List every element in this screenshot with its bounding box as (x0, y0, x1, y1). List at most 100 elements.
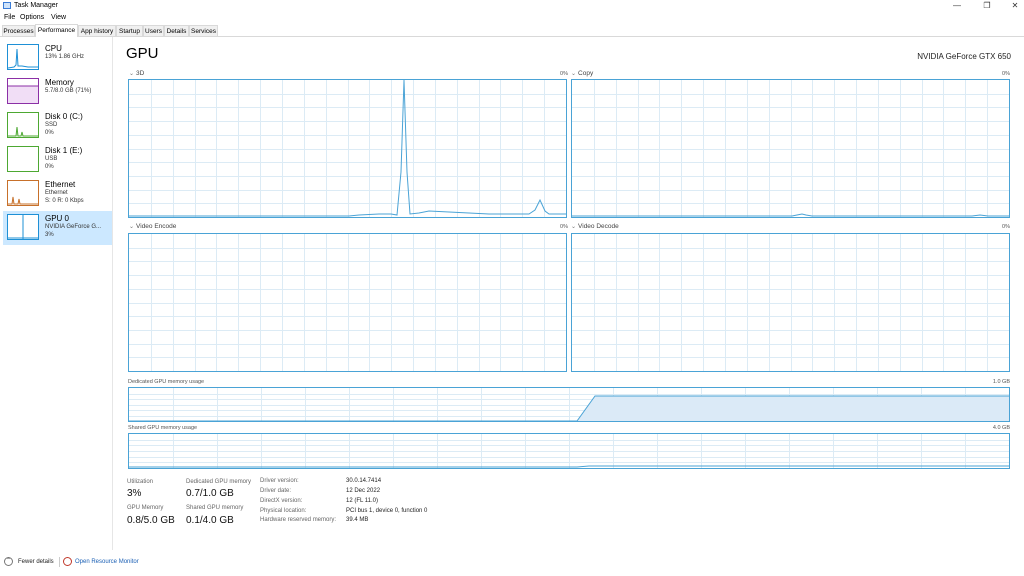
shared-gpu-memory-value: 0.1/4.0 GB (186, 515, 234, 526)
ethernet-graph-icon (7, 180, 39, 206)
disk-graph-icon (7, 112, 39, 138)
utilization-label: Utilization (127, 479, 154, 485)
minimize-button[interactable]: — (942, 0, 972, 12)
sidebar-item-memory[interactable]: Memory 5.7/8.0 GB (71%) (3, 75, 112, 109)
gpu-memory-label: GPU Memory (127, 505, 164, 511)
dedicated-gpu-memory-label: Dedicated GPU memory (186, 479, 252, 485)
driver-date-label: Driver date: (260, 488, 292, 494)
graph-video-encode-plot (129, 234, 566, 371)
sidebar-item-cpu[interactable]: CPU 13% 1.86 GHz (3, 41, 112, 75)
tab-app-history[interactable]: App history (78, 25, 116, 36)
graph-video-encode (128, 233, 567, 372)
sidebar-item-detail: 13% 1.86 GHz (45, 54, 85, 60)
dedicated-memory-max: 1.0 GB (992, 379, 1010, 385)
graph-label-video-decode[interactable]: ⌄ Video Decode (571, 223, 619, 230)
graph-max-copy: 0% (1002, 71, 1010, 77)
chevron-up-icon[interactable]: ⌃ (4, 557, 13, 566)
fewer-details-button[interactable]: Fewer details (18, 559, 54, 565)
menu-file[interactable]: File (4, 14, 15, 21)
sidebar-item-detail: 3% (45, 232, 54, 238)
sidebar-item-disk-1[interactable]: Disk 1 (E:) USB 0% (3, 143, 112, 177)
tab-performance[interactable]: Performance (35, 24, 78, 37)
graph-max-video-encode: 0% (560, 224, 568, 230)
driver-version-value: 30.0.14.7414 (346, 478, 382, 484)
graph-3d-plot (129, 80, 566, 217)
sidebar-item-label: Memory (45, 78, 74, 87)
driver-date-value: 12 Dec 2022 (346, 488, 381, 494)
tab-processes[interactable]: Processes (2, 25, 35, 36)
cpu-graph-icon (7, 44, 39, 70)
driver-version-label: Driver version: (260, 478, 299, 484)
graph-video-decode (571, 233, 1010, 372)
reserved-memory-value: 39.4 MB (346, 517, 369, 523)
graph-label-video-encode[interactable]: ⌄ Video Encode (129, 223, 176, 230)
sidebar-item-label: Disk 0 (C:) (45, 112, 83, 121)
tab-bar: Processes Performance App history Startu… (0, 24, 1024, 37)
graph-label-copy[interactable]: ⌄ Copy (571, 70, 593, 77)
close-button[interactable]: ✕ (1000, 0, 1024, 12)
dedicated-memory-label: Dedicated GPU memory usage (128, 379, 205, 385)
graph-copy (571, 79, 1010, 218)
tab-startup[interactable]: Startup (116, 25, 143, 36)
graph-3d (128, 79, 567, 218)
sidebar-item-label: GPU 0 (45, 214, 70, 223)
physical-location-label: Physical location: (260, 508, 307, 514)
sidebar-item-detail: 0% (45, 164, 54, 170)
graph-dedicated-memory (128, 387, 1010, 422)
sidebar-item-type: NVIDIA GeForce G... (45, 224, 102, 230)
directx-version-label: DirectX version: (260, 498, 303, 504)
graph-dedicated-memory-plot (129, 388, 1009, 421)
chevron-down-icon: ⌄ (129, 71, 135, 77)
graph-shared-memory (128, 433, 1010, 469)
sidebar-item-gpu-0[interactable]: GPU 0 NVIDIA GeForce G... 3% (3, 211, 112, 245)
sidebar-item-type: Ethernet (45, 190, 68, 196)
physical-location-value: PCI bus 1, device 0, function 0 (346, 508, 428, 514)
sidebar-item-detail: S: 0 R: 0 Kbps (45, 198, 84, 204)
graph-max-video-decode: 0% (1002, 224, 1010, 230)
utilization-value: 3% (127, 488, 142, 499)
sidebar-item-label: Ethernet (45, 180, 76, 189)
task-manager-icon (3, 2, 11, 9)
tab-users[interactable]: Users (143, 25, 164, 36)
shared-memory-max: 4.0 GB (992, 425, 1010, 431)
sidebar-item-type: SSD (45, 122, 58, 128)
page-title: GPU (126, 45, 159, 62)
tab-services[interactable]: Services (189, 25, 218, 36)
resource-monitor-icon[interactable] (63, 557, 72, 566)
chevron-down-icon: ⌄ (571, 71, 577, 77)
footer-bar: ⌃ Fewer details Open Resource Monitor (0, 556, 1024, 570)
sidebar-item-type: USB (45, 156, 58, 162)
open-resource-monitor-link[interactable]: Open Resource Monitor (75, 559, 139, 565)
window-title: Task Manager (14, 2, 58, 9)
gpu-memory-value: 0.8/5.0 GB (127, 515, 175, 526)
tab-details[interactable]: Details (164, 25, 189, 36)
shared-gpu-memory-label: Shared GPU memory (186, 505, 244, 511)
sidebar-item-label: CPU (45, 44, 62, 53)
menu-options[interactable]: Options (20, 14, 44, 21)
sidebar-item-detail: 0% (45, 130, 54, 136)
sidebar-item-ethernet[interactable]: Ethernet Ethernet S: 0 R: 0 Kbps (3, 177, 112, 211)
menu-view[interactable]: View (51, 14, 66, 21)
shared-memory-label: Shared GPU memory usage (128, 425, 198, 431)
chevron-down-icon: ⌄ (571, 224, 577, 230)
sidebar-item-detail: 5.7/8.0 GB (71%) (45, 88, 92, 94)
dedicated-gpu-memory-value: 0.7/1.0 GB (186, 488, 234, 499)
title-bar: Task Manager — ❐ ✕ (0, 0, 1024, 12)
directx-version-value: 12 (FL 11.0) (346, 498, 379, 504)
performance-sidebar: CPU 13% 1.86 GHz Memory 5.7/8.0 GB (71%)… (0, 37, 113, 550)
sidebar-item-label: Disk 1 (E:) (45, 146, 83, 155)
disk-graph-icon (7, 146, 39, 172)
gpu-graph-icon (7, 214, 39, 240)
graph-label-3d[interactable]: ⌄ 3D (129, 70, 144, 77)
memory-graph-icon (7, 78, 39, 104)
graph-copy-plot (572, 80, 1009, 217)
chevron-down-icon: ⌄ (129, 224, 135, 230)
sidebar-item-disk-0[interactable]: Disk 0 (C:) SSD 0% (3, 109, 112, 143)
graph-video-decode-plot (572, 234, 1009, 371)
restore-button[interactable]: ❐ (972, 0, 1002, 12)
gpu-device-name: NVIDIA GeForce GTX 650 (917, 52, 1011, 61)
graph-shared-memory-plot (129, 434, 1009, 468)
graph-max-3d: 0% (560, 71, 568, 77)
footer-divider (59, 557, 60, 567)
reserved-memory-label: Hardware reserved memory: (260, 517, 337, 523)
